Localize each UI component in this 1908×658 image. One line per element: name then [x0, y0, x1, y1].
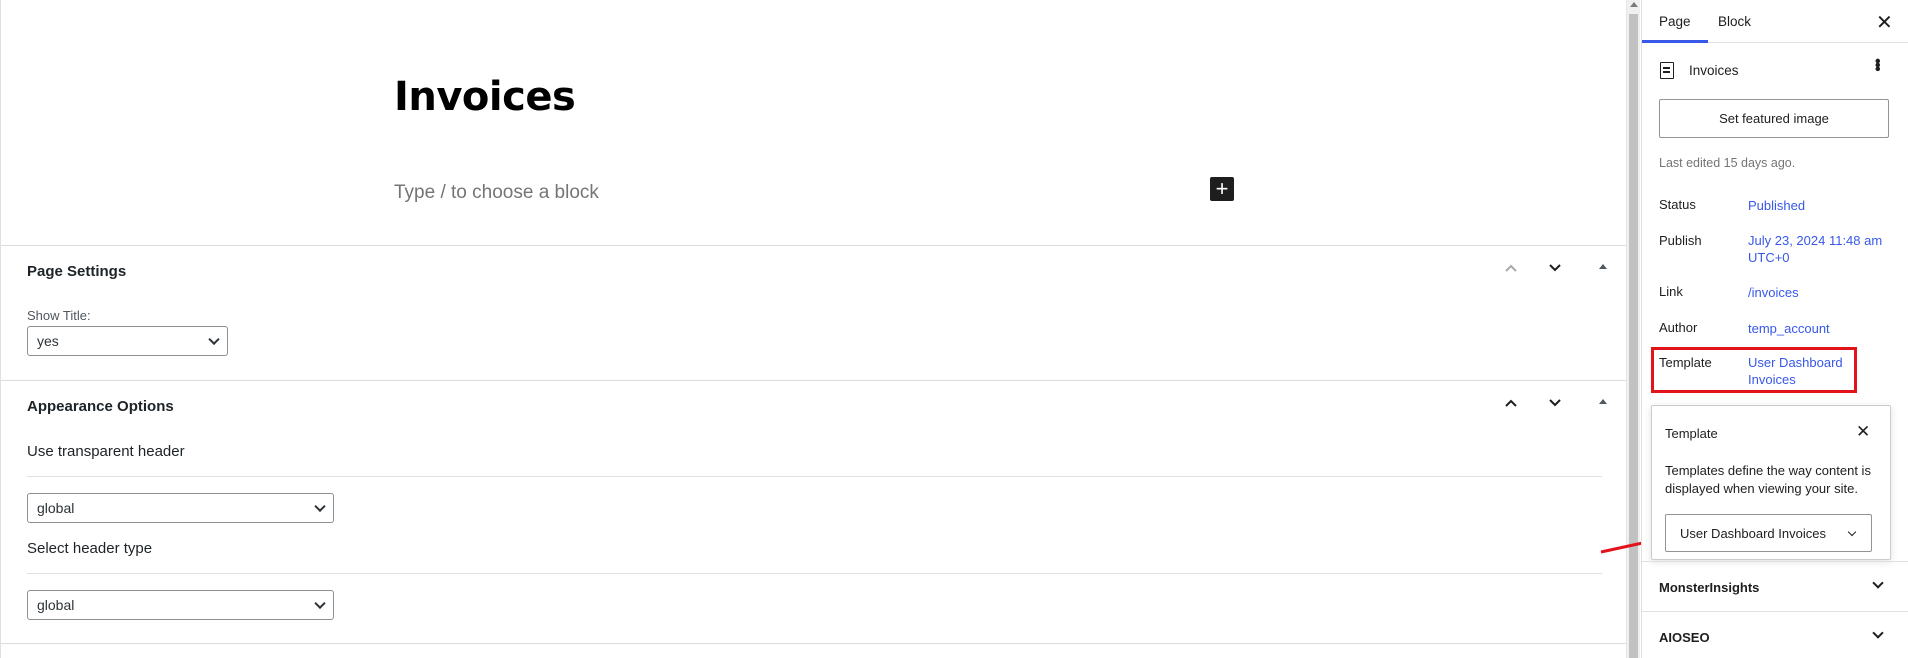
- chevron-up-icon: [1505, 264, 1517, 272]
- author-label: Author: [1659, 320, 1698, 335]
- template-select[interactable]: User Dashboard Invoices: [1665, 514, 1872, 552]
- transparent-header-value: global: [37, 500, 75, 516]
- tab-page[interactable]: Page: [1642, 0, 1708, 43]
- chevron-down-icon: [208, 333, 220, 346]
- divider: [27, 573, 1602, 574]
- header-type-select[interactable]: global: [27, 590, 334, 620]
- move-down-button[interactable]: [1547, 260, 1563, 279]
- post-title[interactable]: Invoices: [394, 74, 576, 120]
- header-type-value: global: [37, 597, 75, 613]
- move-up-button[interactable]: [1503, 395, 1519, 414]
- panel-title: AIOSEO: [1659, 630, 1710, 645]
- status-value-link[interactable]: Published: [1748, 197, 1805, 214]
- panel-aioseo[interactable]: AIOSEO: [1642, 611, 1908, 658]
- chevron-down-icon: [1549, 399, 1561, 407]
- triangle-up-icon: [1599, 399, 1607, 404]
- metabox-title: Appearance Options: [27, 398, 174, 415]
- document-title: Invoices: [1689, 63, 1739, 78]
- sidebar-tabs: Page Block ✕: [1642, 0, 1908, 43]
- chevron-down-icon: [314, 597, 326, 610]
- divider: [1, 643, 1626, 644]
- set-featured-image-button[interactable]: Set featured image: [1659, 99, 1889, 138]
- author-link[interactable]: temp_account: [1748, 320, 1830, 337]
- page-settings-metabox: Page Settings Show Title: yes: [1, 245, 1626, 380]
- scrollbar-thumb[interactable]: [1629, 14, 1638, 658]
- tab-block[interactable]: Block: [1703, 0, 1766, 43]
- publish-date: July 23, 2024 11:48 am: [1748, 233, 1883, 248]
- panel-title: MonsterInsights: [1659, 580, 1760, 595]
- show-title-select[interactable]: yes: [27, 326, 228, 356]
- metabox-title: Page Settings: [27, 263, 127, 280]
- divider: [27, 476, 1602, 477]
- permalink-link[interactable]: /invoices: [1748, 284, 1799, 301]
- toggle-panel-button[interactable]: [1597, 394, 1609, 410]
- chevron-down-icon: [1847, 527, 1857, 536]
- close-icon: ✕: [1876, 12, 1893, 34]
- add-block-button[interactable]: +: [1210, 177, 1234, 201]
- scroll-up-arrow-icon[interactable]: [1630, 2, 1638, 7]
- close-icon: ✕: [1856, 422, 1871, 441]
- popover-title: Template: [1665, 426, 1718, 441]
- tab-label: Page: [1659, 14, 1691, 29]
- publish-date-link[interactable]: July 23, 2024 11:48 am UTC+0: [1748, 232, 1882, 266]
- transparent-header-select[interactable]: global: [27, 493, 334, 523]
- appearance-options-metabox: Appearance Options Use transparent heade…: [1, 380, 1626, 643]
- editor-canvas: Invoices Type / to choose a block + Page…: [0, 0, 1626, 658]
- popover-description: Templates define the way content is disp…: [1665, 463, 1871, 496]
- status-label: Status: [1659, 197, 1696, 212]
- annotation-highlight-box: [1651, 347, 1857, 393]
- template-select-value: User Dashboard Invoices: [1680, 525, 1826, 541]
- block-appender-placeholder[interactable]: Type / to choose a block: [394, 182, 599, 204]
- panel-monsterinsights[interactable]: MonsterInsights: [1642, 561, 1908, 611]
- link-label: Link: [1659, 284, 1683, 299]
- publish-label: Publish: [1659, 233, 1702, 248]
- template-popover: Template ✕ Templates define the way cont…: [1651, 405, 1891, 560]
- header-type-label: Select header type: [27, 540, 153, 557]
- chevron-down-icon: [1549, 264, 1561, 272]
- chevron-down-icon: [314, 500, 326, 513]
- toggle-panel-button[interactable]: [1597, 259, 1609, 275]
- settings-sidebar: Page Block ✕ Invoices ••• Set featured i…: [1641, 0, 1908, 658]
- transparent-header-label: Use transparent header: [27, 443, 185, 460]
- last-edited-text: Last edited 15 days ago.: [1659, 156, 1796, 170]
- chevron-up-icon: [1505, 399, 1517, 407]
- chevron-down-icon: [1872, 627, 1884, 639]
- more-vertical-icon[interactable]: •••: [1868, 58, 1887, 70]
- chevron-down-icon: [1872, 577, 1884, 589]
- close-popover-button[interactable]: ✕: [1856, 422, 1870, 442]
- tab-label: Block: [1718, 14, 1752, 29]
- editor-scrollbar[interactable]: [1626, 0, 1640, 658]
- triangle-up-icon: [1599, 264, 1607, 269]
- close-sidebar-button[interactable]: ✕: [1876, 10, 1893, 35]
- publish-timezone: UTC+0: [1748, 250, 1790, 265]
- document-icon: [1660, 62, 1674, 79]
- show-title-value: yes: [37, 333, 59, 349]
- move-up-button[interactable]: [1503, 260, 1519, 279]
- plus-icon: +: [1215, 176, 1229, 201]
- show-title-label: Show Title:: [27, 308, 91, 323]
- move-down-button[interactable]: [1547, 395, 1563, 414]
